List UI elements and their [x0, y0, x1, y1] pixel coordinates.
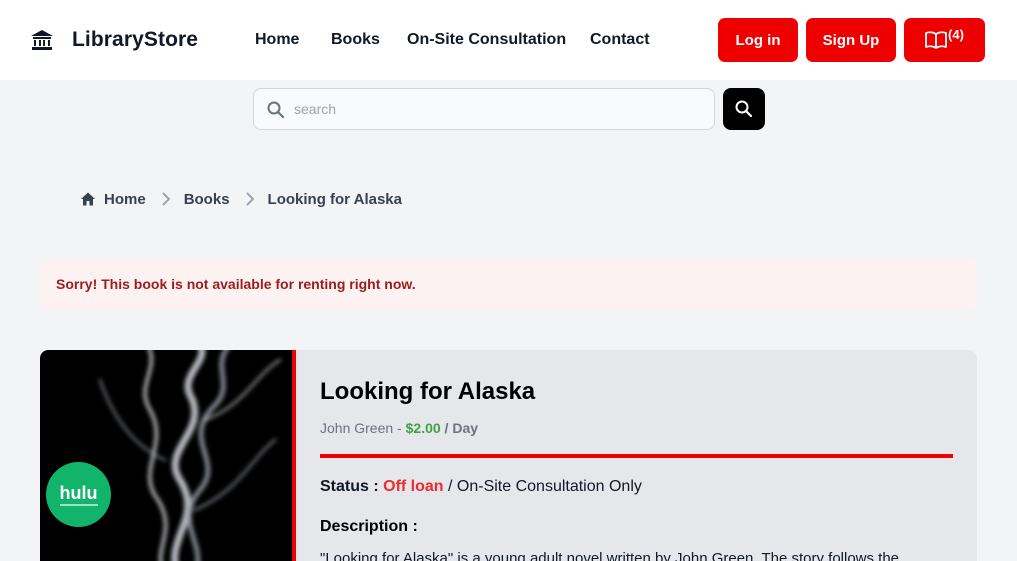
book-title: Looking for Alaska [320, 378, 536, 405]
chevron-right-icon [245, 192, 254, 206]
breadcrumb-current-label: Looking for Alaska [267, 190, 402, 208]
breadcrumb-current: Looking for Alaska [268, 191, 402, 208]
brand-name[interactable]: LibraryStore [72, 28, 198, 52]
hulu-badge-underline [59, 503, 98, 506]
nav-home[interactable]: Home [255, 31, 299, 49]
library-logo-icon[interactable] [30, 29, 54, 51]
top-header: LibraryStore Home Books On-Site Consulta… [0, 0, 1017, 80]
nav-contact[interactable]: Contact [590, 31, 650, 49]
signup-button-label: Sign Up [822, 31, 880, 49]
search-icon [267, 101, 285, 119]
status-value: Off loan [383, 478, 444, 495]
search-input[interactable] [294, 90, 704, 128]
description-text: "Looking for Alaska" is a young adult no… [320, 550, 900, 561]
search-bar [253, 88, 715, 130]
search-button-icon [735, 100, 753, 118]
nav-on-site-consultation[interactable]: On-Site Consultation [407, 31, 566, 49]
description-label: Description : [320, 518, 418, 535]
breadcrumb: Home Books Looking for Alaska [80, 189, 402, 209]
cart-button[interactable]: (4) [904, 18, 985, 62]
book-cover-image: hulu [40, 350, 296, 561]
meta-separator: - [393, 420, 406, 436]
status-note: / On-Site Consultation Only [443, 478, 642, 495]
book-meta: John Green - $2.00 / Day [320, 420, 478, 436]
breadcrumb-home-label: Home [104, 190, 146, 208]
alert-message: Sorry! This book is not available for re… [56, 276, 416, 292]
unavailable-alert: Sorry! This book is not available for re… [40, 258, 977, 310]
hulu-badge: hulu [46, 462, 111, 527]
chevron-right-icon [161, 192, 170, 206]
home-icon [81, 192, 95, 206]
breadcrumb-home[interactable]: Home [80, 191, 146, 208]
nav-books[interactable]: Books [331, 31, 380, 49]
hulu-badge-text: hulu [59, 482, 98, 503]
open-book-icon [925, 31, 947, 49]
signup-button[interactable]: Sign Up [806, 18, 896, 62]
breadcrumb-books-label: Books [183, 190, 230, 208]
status-label: Status : [320, 478, 379, 495]
book-status: Status : Off loan / On-Site Consultation… [320, 478, 642, 496]
breadcrumb-books[interactable]: Books [184, 191, 230, 208]
price-period: / Day [440, 420, 479, 436]
login-button[interactable]: Log in [718, 18, 798, 62]
book-author: John Green [320, 420, 394, 436]
book-detail-card: hulu Looking for Alaska John Green - $2.… [40, 350, 977, 561]
search-button[interactable] [723, 88, 765, 130]
login-button-label: Log in [735, 31, 781, 49]
cart-count-badge: (4) [948, 26, 964, 42]
book-price: $2.00 [405, 420, 441, 436]
smoke-illustration [98, 350, 282, 561]
section-divider [320, 454, 953, 458]
